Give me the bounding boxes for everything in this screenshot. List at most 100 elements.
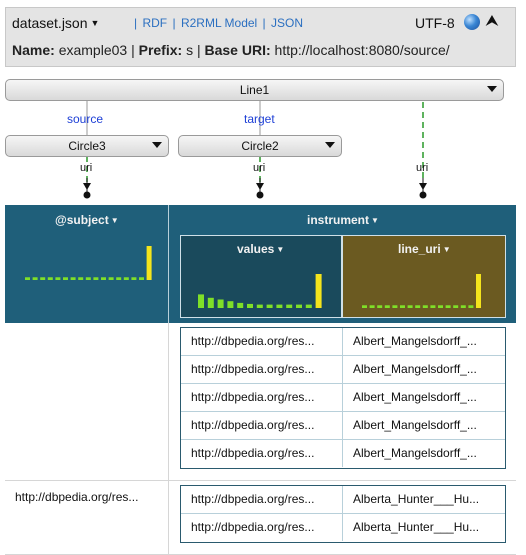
subject-histogram-bar bbox=[93, 277, 99, 280]
nested-row: http://dbpedia.org/res... Albert_Mangelsd… bbox=[181, 440, 505, 468]
values-histogram-bar bbox=[296, 304, 302, 308]
values-histogram-bar bbox=[217, 299, 224, 308]
line-uri-histogram bbox=[362, 274, 481, 308]
subject-histogram-bar bbox=[32, 277, 38, 280]
values-cell[interactable]: http://dbpedia.org/res... bbox=[181, 384, 343, 411]
line1-node-dropdown[interactable]: Line1 bbox=[5, 79, 504, 101]
connector-dot bbox=[256, 191, 264, 199]
line-uri-cell[interactable]: Alberta_Hunter___Hu... bbox=[343, 514, 505, 541]
nested-row: http://dbpedia.org/res... Alberta_Hunter_… bbox=[181, 486, 505, 514]
line-uri-cell[interactable]: Albert_Mangelsdorff_... bbox=[343, 328, 505, 355]
values-histogram-bar bbox=[227, 301, 234, 308]
line-uri-histogram-bar bbox=[415, 305, 421, 308]
table-body: http://dbpedia.org/res... Albert_Mangelsd… bbox=[5, 323, 516, 555]
nested-row: http://dbpedia.org/res... Albert_Mangelsd… bbox=[181, 384, 505, 412]
nested-row: http://dbpedia.org/res... Albert_Mangelsd… bbox=[181, 328, 505, 356]
line-uri-histogram-bar bbox=[445, 305, 451, 308]
line-uri-histogram-bar bbox=[400, 305, 405, 308]
values-cell[interactable]: http://dbpedia.org/res... bbox=[181, 486, 343, 513]
values-histogram-bar bbox=[286, 304, 293, 308]
line-uri-histogram-bar bbox=[362, 305, 367, 308]
table-row: http://dbpedia.org/res... Albert_Mangelsd… bbox=[5, 323, 516, 481]
values-cell[interactable]: http://dbpedia.org/res... bbox=[181, 328, 343, 355]
subject-histogram-bar bbox=[78, 277, 84, 280]
circle3-node-label: Circle3 bbox=[68, 139, 106, 153]
column-divider bbox=[168, 481, 169, 555]
subject-histogram-bar bbox=[101, 277, 106, 280]
subject-histogram-bar bbox=[55, 277, 61, 280]
arrow-down-icon bbox=[256, 183, 264, 190]
model-graph-connectors bbox=[83, 92, 427, 199]
subject-histogram-bar bbox=[146, 246, 152, 280]
line-uri-histogram-bar bbox=[453, 305, 459, 308]
line-uri-column-header[interactable]: line_uri ▼ bbox=[398, 242, 451, 256]
nested-row: http://dbpedia.org/res... Albert_Mangelsd… bbox=[181, 356, 505, 384]
column-divider bbox=[168, 323, 169, 481]
values-histogram-bar bbox=[207, 297, 214, 308]
subject-column-header[interactable]: @subject ▼ bbox=[55, 213, 119, 227]
values-histogram-bar bbox=[305, 304, 312, 308]
values-cell[interactable]: http://dbpedia.org/res... bbox=[181, 514, 343, 541]
subject-histogram bbox=[25, 246, 152, 280]
values-histogram-bar bbox=[276, 304, 283, 308]
nested-row: http://dbpedia.org/res... Alberta_Hunter_… bbox=[181, 514, 505, 542]
values-cell[interactable]: http://dbpedia.org/res... bbox=[181, 412, 343, 439]
uri-label: uri bbox=[80, 162, 93, 174]
values-histogram-bar bbox=[315, 274, 322, 308]
source-edge-label[interactable]: source bbox=[67, 112, 103, 126]
values-cell[interactable]: http://dbpedia.org/res... bbox=[181, 356, 343, 383]
line-uri-histogram-bar bbox=[460, 305, 466, 308]
circle2-node-dropdown[interactable]: Circle2 bbox=[178, 135, 342, 157]
instrument-column-header[interactable]: instrument ▼ bbox=[307, 213, 379, 227]
chevron-down-icon bbox=[325, 142, 335, 148]
subject-histogram-bar bbox=[63, 277, 68, 280]
line-uri-column-title: line_uri bbox=[398, 242, 441, 256]
nested-row: http://dbpedia.org/res... Albert_Mangelsd… bbox=[181, 412, 505, 440]
line-uri-cell[interactable]: Albert_Mangelsdorff_... bbox=[343, 384, 505, 411]
line-uri-histogram-bar bbox=[438, 305, 443, 308]
subject-histogram-bar bbox=[108, 277, 114, 280]
line-uri-histogram-bar bbox=[422, 305, 428, 308]
line-uri-cell[interactable]: Albert_Mangelsdorff_... bbox=[343, 356, 505, 383]
line-uri-cell[interactable]: Albert_Mangelsdorff_... bbox=[343, 440, 505, 467]
chevron-down-icon: ▼ bbox=[442, 245, 451, 254]
subject-histogram-bar bbox=[70, 277, 76, 280]
circle2-node-label: Circle2 bbox=[241, 139, 279, 153]
values-histogram-bar bbox=[247, 303, 253, 308]
values-histogram-bar bbox=[266, 304, 273, 308]
uri-label: uri bbox=[253, 162, 266, 174]
table-row: http://dbpedia.org/res... http://dbpedia.… bbox=[5, 481, 516, 555]
chevron-down-icon bbox=[152, 142, 162, 148]
line-uri-cell[interactable]: Alberta_Hunter___Hu... bbox=[343, 486, 505, 513]
chevron-down-icon: ▼ bbox=[371, 216, 379, 225]
arrow-down-icon bbox=[419, 183, 427, 190]
subject-column-title: @subject bbox=[55, 213, 109, 227]
values-histogram-bar bbox=[198, 294, 204, 308]
chevron-down-icon bbox=[487, 86, 497, 92]
line-uri-histogram-bar bbox=[369, 305, 375, 308]
values-cell[interactable]: http://dbpedia.org/res... bbox=[181, 440, 343, 467]
values-histogram-bar bbox=[256, 304, 263, 308]
line-uri-histogram-bar bbox=[384, 305, 390, 308]
line1-node-label: Line1 bbox=[239, 83, 270, 97]
nested-table: http://dbpedia.org/res... Albert_Mangelsd… bbox=[180, 327, 506, 469]
nested-table: http://dbpedia.org/res... Alberta_Hunter_… bbox=[180, 485, 506, 543]
target-edge-label[interactable]: target bbox=[244, 112, 275, 126]
subject-histogram-bar bbox=[116, 277, 122, 280]
subject-histogram-bar bbox=[131, 277, 137, 280]
circle3-node-dropdown[interactable]: Circle3 bbox=[5, 135, 169, 157]
column-divider bbox=[168, 205, 169, 323]
instrument-column-title: instrument bbox=[307, 213, 370, 227]
subject-histogram-bar bbox=[40, 277, 46, 280]
values-column-header[interactable]: values ▼ bbox=[237, 242, 284, 256]
line-uri-histogram-bar bbox=[430, 305, 436, 308]
chevron-down-icon: ▼ bbox=[276, 245, 285, 254]
chevron-down-icon: ▼ bbox=[110, 216, 119, 225]
subject-histogram-bar bbox=[25, 277, 30, 280]
subject-histogram-bar bbox=[123, 277, 129, 280]
line-uri-histogram-bar bbox=[392, 305, 398, 308]
arrow-down-icon bbox=[83, 183, 91, 190]
line-uri-cell[interactable]: Albert_Mangelsdorff_... bbox=[343, 412, 505, 439]
values-histogram-bar bbox=[237, 302, 244, 308]
subject-histogram-bar bbox=[85, 277, 91, 280]
